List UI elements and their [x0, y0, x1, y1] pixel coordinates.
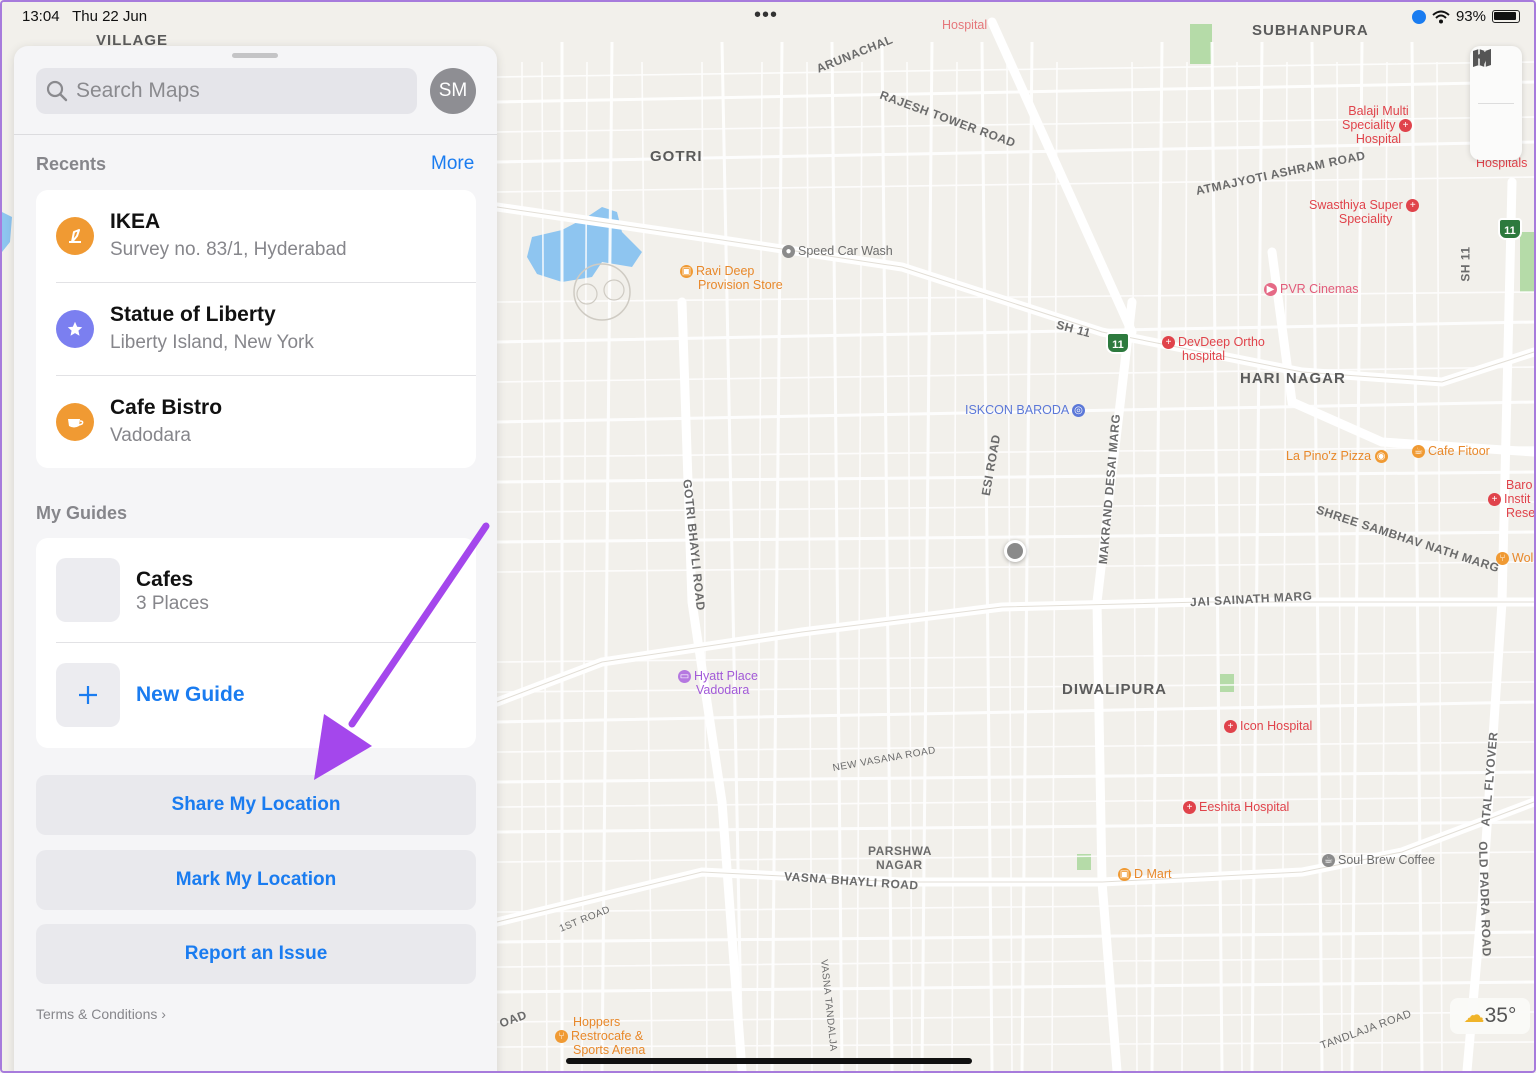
guide-count: 3 Places: [136, 593, 209, 614]
highway-shield-11: 11: [1106, 332, 1130, 354]
hospital-icon: +: [1488, 493, 1501, 507]
poi-eeshita-hospital[interactable]: + Eeshita Hospital: [1183, 800, 1289, 815]
guide-thumbnail: [56, 558, 120, 622]
hospital-icon: +: [1406, 199, 1420, 213]
temple-icon: ◎: [1071, 404, 1085, 418]
map-controls: [1470, 46, 1522, 160]
plus-icon: [56, 663, 120, 727]
hospital-icon: +: [1183, 801, 1196, 815]
poi-devdeep-hospital[interactable]: + DevDeep Ortho hospital: [1162, 335, 1265, 363]
area-label-hari-nagar: HARI NAGAR: [1240, 370, 1346, 387]
poi-iskcon-baroda[interactable]: ISKCON BARODA ◎: [965, 403, 1088, 418]
guide-name: Cafes: [136, 568, 194, 591]
hotel-icon: ▭: [678, 670, 691, 684]
store-icon: ▣: [1118, 868, 1131, 882]
shopping-icon: [56, 217, 94, 255]
recent-name: IKEA: [110, 210, 161, 233]
poi-hyatt-place[interactable]: ▭ Hyatt Place Vadodara: [678, 669, 758, 697]
guides-list: Cafes 3 Places New Guide: [36, 538, 476, 748]
home-indicator[interactable]: [566, 1058, 972, 1064]
partly-cloudy-icon: ☁: [1463, 1004, 1485, 1027]
area-label-parshwa: PARSHWA: [868, 844, 932, 858]
wifi-icon: [1432, 10, 1450, 23]
battery-icon: [1492, 10, 1520, 23]
location-services-icon: [1411, 9, 1426, 24]
area-label-gotri: GOTRI: [650, 148, 703, 165]
location-arrow-icon: [1473, 49, 1491, 67]
list-item-guide[interactable]: Cafes 3 Places: [36, 538, 476, 642]
poi-hoppers[interactable]: Hoppers ⑂ Restrocafe & Sports Arena: [555, 1015, 645, 1057]
store-icon: ▣: [680, 265, 693, 279]
road-label-sh11-right: SH 11: [1458, 246, 1473, 282]
new-guide-button[interactable]: New Guide: [36, 643, 476, 748]
status-bar: 13:04 Thu 22 Jun ••• 93%: [2, 2, 1534, 32]
food-icon: ⑂: [1496, 552, 1509, 566]
divider: [14, 134, 497, 135]
cinema-icon: ▶: [1264, 283, 1277, 297]
share-my-location-button[interactable]: Share My Location: [36, 775, 476, 835]
recent-address: Survey no. 83/1, Hyderabad: [110, 239, 347, 260]
car-wash-icon: ●: [782, 245, 795, 259]
poi-icon-hospital[interactable]: + Icon Hospital: [1224, 719, 1312, 734]
recent-name: Cafe Bistro: [110, 396, 223, 419]
search-input[interactable]: Search Maps: [36, 68, 417, 114]
search-icon: [46, 80, 68, 102]
recent-name: Statue of Liberty: [110, 303, 276, 326]
poi-dmart[interactable]: ▣ D Mart: [1118, 867, 1172, 882]
recents-list: IKEA Survey no. 83/1, Hyderabad Statue o…: [36, 190, 476, 468]
cafe-icon: ☕: [1322, 854, 1335, 868]
cafe-icon: [56, 403, 94, 441]
poi-la-pinoz[interactable]: La Pino'z Pizza ◉: [1286, 449, 1391, 464]
recents-more-link[interactable]: More: [431, 153, 474, 175]
star-icon: [56, 310, 94, 348]
new-guide-label: New Guide: [136, 683, 245, 706]
temperature-value: 35°: [1484, 1004, 1517, 1027]
battery-percent: 93%: [1455, 8, 1486, 25]
screen-frame: VILLAGE SUBHANPURA GOTRI HARI NAGAR DIWA…: [0, 0, 1536, 1073]
locate-me-button[interactable]: [1470, 49, 1522, 161]
sheet-grabber[interactable]: [232, 53, 278, 58]
highway-shield-11-right: 11: [1498, 218, 1522, 240]
weather-widget[interactable]: ☁35°: [1450, 998, 1530, 1034]
hospital-icon: +: [1162, 336, 1175, 350]
poi-balaji-hospital[interactable]: Balaji Multi Speciality + Hospital: [1342, 104, 1415, 146]
poi-soul-brew-coffee[interactable]: ☕ Soul Brew Coffee: [1322, 853, 1435, 868]
area-label-nagar: NAGAR: [876, 858, 923, 872]
terms-link[interactable]: Terms & Conditions ›: [36, 1006, 166, 1022]
list-item-recent[interactable]: Cafe Bistro Vadodara: [36, 376, 476, 469]
status-time: 13:04 Thu 22 Jun: [22, 8, 148, 25]
list-item-recent[interactable]: IKEA Survey no. 83/1, Hyderabad: [36, 190, 476, 283]
list-item-recent[interactable]: Statue of Liberty Liberty Island, New Yo…: [36, 283, 476, 376]
poi-pvr-cinemas[interactable]: ▶ PVR Cinemas: [1264, 282, 1359, 297]
hospital-icon: +: [1398, 119, 1412, 133]
multitasking-dots[interactable]: •••: [754, 4, 778, 27]
recent-address: Vadodara: [110, 425, 191, 446]
cafe-icon: ☕: [1412, 445, 1425, 459]
poi-ravi-deep[interactable]: ▣ Ravi Deep Provision Store: [680, 264, 783, 292]
sidebar-panel: Search Maps SM Recents More IKEA Survey …: [14, 46, 497, 1071]
search-placeholder: Search Maps: [76, 79, 200, 102]
pizza-icon: ◉: [1374, 450, 1388, 464]
poi-wol[interactable]: ⑂ Wol: [1496, 551, 1533, 566]
poi-baroda-institute[interactable]: Baro + Instit Rese: [1488, 478, 1534, 520]
poi-swasthiya-hospital[interactable]: Swasthiya Super + Speciality: [1309, 198, 1422, 226]
mark-my-location-button[interactable]: Mark My Location: [36, 850, 476, 910]
guides-title: My Guides: [36, 503, 128, 523]
poi-cafe-fitoor[interactable]: ☕ Cafe Fitoor: [1412, 444, 1490, 459]
avatar[interactable]: SM: [430, 68, 476, 114]
recent-address: Liberty Island, New York: [110, 332, 314, 353]
current-location-dot[interactable]: [1004, 540, 1026, 562]
hospital-icon: +: [1224, 720, 1237, 734]
food-icon: ⑂: [555, 1030, 568, 1044]
poi-speed-car-wash[interactable]: ● Speed Car Wash: [782, 244, 893, 259]
area-label-diwalipura: DIWALIPURA: [1062, 681, 1167, 698]
report-issue-button[interactable]: Report an Issue: [36, 924, 476, 984]
recents-title: Recents: [36, 154, 107, 174]
